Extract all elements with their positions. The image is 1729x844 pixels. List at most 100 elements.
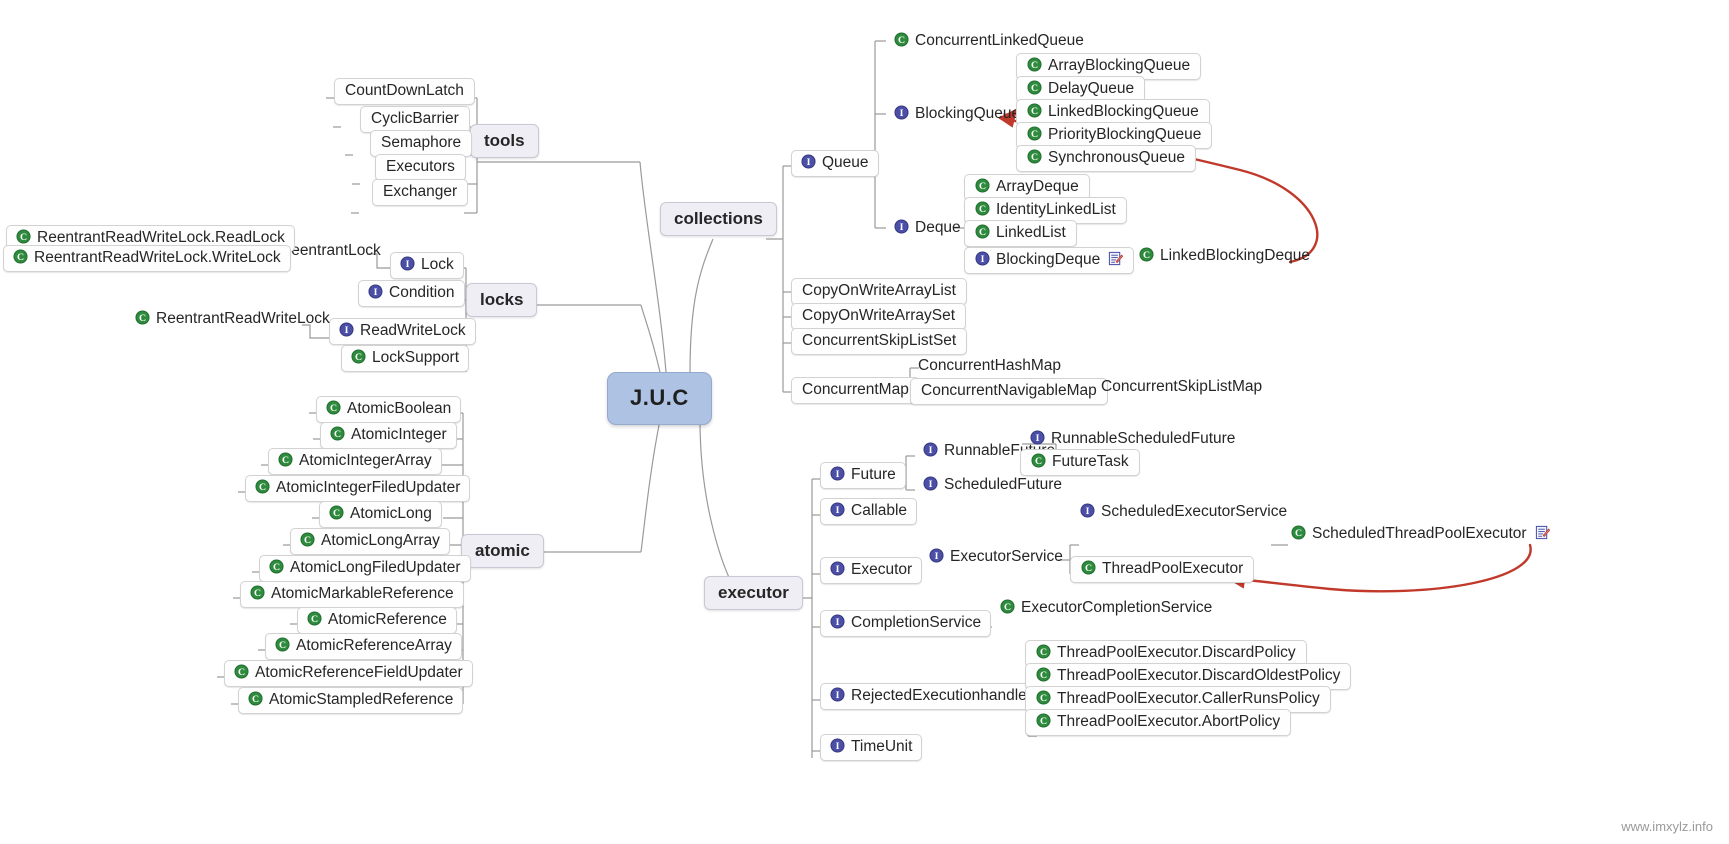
class-icon: C — [307, 611, 322, 626]
interface-icon: I — [830, 502, 845, 517]
node-atomicmarkablereference[interactable]: C AtomicMarkableReference — [240, 581, 464, 608]
node-atomicreferencefieldupdater[interactable]: C AtomicReferenceFieldUpdater — [224, 660, 473, 687]
node-concurrentskiplistmap[interactable]: ConcurrentSkipListMap — [1091, 374, 1272, 401]
node-atomiclong[interactable]: C AtomicLong — [319, 501, 442, 528]
node-linkedlist[interactable]: C LinkedList — [964, 220, 1077, 247]
node-label: AtomicIntegerArray — [299, 452, 432, 469]
class-icon: C — [1036, 644, 1051, 659]
node-atomicboolean[interactable]: C AtomicBoolean — [316, 396, 462, 423]
svg-text:I: I — [345, 325, 349, 336]
node-executorservice[interactable]: I ExecutorService — [919, 544, 1073, 571]
branch-executor[interactable]: executor — [704, 576, 803, 610]
node-queue[interactable]: I Queue — [791, 150, 879, 177]
svg-text:C: C — [330, 403, 337, 414]
node-cyclicbarrier[interactable]: CyclicBarrier — [360, 106, 470, 133]
node-reentrantreadwritelock[interactable]: C ReentrantReadWriteLock — [125, 306, 340, 333]
interface-icon: I — [1030, 430, 1045, 445]
interface-icon: I — [400, 256, 415, 271]
node-timeunit[interactable]: I TimeUnit — [820, 734, 923, 761]
class-icon: C — [16, 229, 31, 244]
node-future[interactable]: I Future — [820, 462, 906, 489]
node-scheduledfuture[interactable]: I ScheduledFuture — [913, 472, 1072, 499]
node-atomiclongarray[interactable]: C AtomicLongArray — [290, 528, 450, 555]
node-label: ThreadPoolExecutor.CallerRunsPolicy — [1057, 690, 1320, 707]
node-synchronousqueue[interactable]: C SynchronousQueue — [1016, 145, 1197, 172]
class-icon: C — [300, 532, 315, 547]
node-concurrenthashmap[interactable]: ConcurrentHashMap — [908, 353, 1071, 380]
node-copyonwritearrayset[interactable]: CopyOnWriteArraySet — [791, 303, 967, 330]
node-executors[interactable]: Executors — [375, 154, 466, 181]
branch-tools[interactable]: tools — [470, 124, 539, 158]
node-countdownlatch[interactable]: CountDownLatch — [334, 78, 475, 105]
node-completionservice[interactable]: I CompletionService — [820, 610, 992, 637]
node-atomicreferencearray[interactable]: C AtomicReferenceArray — [265, 633, 462, 660]
node-concurrentnavigablemap[interactable]: ConcurrentNavigableMap — [910, 378, 1108, 405]
svg-text:C: C — [1085, 563, 1092, 574]
node-label: Condition — [389, 284, 455, 301]
branch-atomic[interactable]: atomic — [461, 534, 544, 568]
node-label: AtomicLongFiledUpdater — [290, 559, 461, 576]
root-node-juc[interactable]: J.U.C — [607, 372, 712, 425]
node-blockingdeque[interactable]: I BlockingDeque — [964, 247, 1135, 274]
note-icon[interactable] — [1108, 251, 1124, 266]
node-callable[interactable]: I Callable — [820, 498, 918, 525]
class-icon: C — [255, 479, 270, 494]
class-icon: C — [234, 664, 249, 679]
node-atomicintegerfiledupdater[interactable]: C AtomicIntegerFiledUpdater — [245, 475, 471, 502]
node-concurrentlinkedqueue[interactable]: C ConcurrentLinkedQueue — [884, 28, 1094, 55]
node-atomicreference[interactable]: C AtomicReference — [297, 607, 457, 634]
node-label: AtomicLongArray — [321, 532, 440, 549]
svg-text:I: I — [406, 259, 410, 270]
svg-text:C: C — [254, 588, 261, 599]
node-concurrentmap[interactable]: ConcurrentMap — [791, 377, 920, 404]
svg-text:C: C — [1295, 528, 1302, 539]
node-label: ScheduledExecutorService — [1101, 503, 1288, 520]
node-rejectedexecutionhandler[interactable]: I RejectedExecutionhandler — [820, 683, 1042, 710]
node-atomicstampledreference[interactable]: C AtomicStampledReference — [238, 687, 464, 714]
note-icon[interactable] — [1535, 525, 1550, 540]
node-atomiclongfiledupdater[interactable]: C AtomicLongFiledUpdater — [259, 555, 471, 582]
node-deque[interactable]: I Deque — [884, 215, 971, 242]
node-label: CopyOnWriteArraySet — [802, 307, 956, 324]
node-reentrantreadwritelock-writelock[interactable]: C ReentrantReadWriteLock.WriteLock — [3, 245, 291, 272]
class-icon: C — [1027, 57, 1042, 72]
node-label: BlockingQueue — [915, 105, 1021, 122]
node-condition[interactable]: I Condition — [358, 280, 465, 307]
interface-icon: I — [923, 476, 938, 491]
node-label: Semaphore — [381, 134, 462, 151]
svg-text:C: C — [355, 352, 362, 363]
node-scheduledexecutorservice[interactable]: I ScheduledExecutorService — [1070, 499, 1297, 526]
branch-collections[interactable]: collections — [660, 202, 777, 236]
node-atomicinteger[interactable]: C AtomicInteger — [320, 422, 457, 449]
node-label: RejectedExecutionhandler — [851, 687, 1032, 704]
svg-text:C: C — [139, 313, 146, 324]
node-abortpolicy[interactable]: C ThreadPoolExecutor.AbortPolicy — [1025, 709, 1292, 736]
node-label: ScheduledThreadPoolExecutor — [1312, 525, 1527, 542]
interface-icon: I — [830, 738, 845, 753]
class-icon: C — [975, 178, 990, 193]
root-label: J.U.C — [630, 385, 689, 410]
node-readwritelock[interactable]: I ReadWriteLock — [329, 318, 476, 345]
node-concurrentskiplistset[interactable]: ConcurrentSkipListSet — [791, 328, 968, 355]
node-exchanger[interactable]: Exchanger — [372, 179, 469, 206]
node-futuretask[interactable]: C FutureTask — [1020, 449, 1140, 476]
node-copyonwritearraylist[interactable]: CopyOnWriteArrayList — [791, 278, 967, 305]
node-executor-interface[interactable]: I Executor — [820, 557, 923, 584]
branch-locks-label: locks — [480, 290, 524, 309]
node-label: ConcurrentSkipListSet — [802, 332, 957, 349]
interface-icon: I — [929, 548, 944, 563]
node-locksupport[interactable]: C LockSupport — [341, 345, 470, 372]
class-icon: C — [330, 426, 345, 441]
node-linkedblockingdeque[interactable]: C LinkedBlockingDeque — [1129, 243, 1320, 270]
branch-locks[interactable]: locks — [466, 283, 538, 317]
node-blockingqueue[interactable]: I BlockingQueue — [884, 101, 1030, 128]
node-atomicintegerarray[interactable]: C AtomicIntegerArray — [268, 448, 442, 475]
node-threadpoolexecutor[interactable]: C ThreadPoolExecutor — [1070, 556, 1255, 583]
node-lock[interactable]: I Lock — [390, 252, 464, 279]
node-label: Callable — [851, 502, 908, 519]
node-scheduledthreadpoolexecutor[interactable]: C ScheduledThreadPoolExecutor — [1281, 521, 1560, 548]
node-executorcompletionservice[interactable]: C ExecutorCompletionService — [990, 595, 1222, 622]
node-label: AtomicLong — [350, 505, 432, 522]
class-icon: C — [1027, 126, 1042, 141]
node-semaphore[interactable]: Semaphore — [370, 130, 473, 157]
